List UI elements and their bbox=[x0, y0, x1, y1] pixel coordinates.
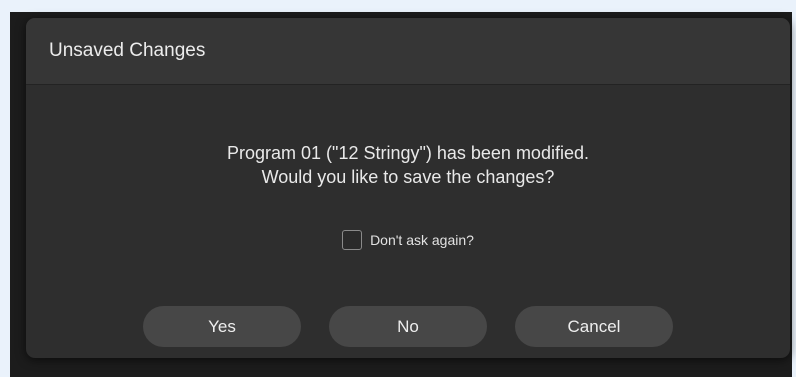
dialog-buttons: Yes No Cancel bbox=[26, 306, 790, 347]
no-button[interactable]: No bbox=[329, 306, 487, 347]
dialog-title: Unsaved Changes bbox=[49, 40, 206, 61]
dont-ask-again-row[interactable]: Don't ask again? bbox=[26, 230, 790, 250]
cancel-button[interactable]: Cancel bbox=[515, 306, 673, 347]
unsaved-changes-dialog: Unsaved Changes Program 01 ("12 Stringy"… bbox=[26, 18, 790, 358]
dialog-body: Program 01 ("12 Stringy") has been modif… bbox=[26, 85, 790, 358]
yes-button[interactable]: Yes bbox=[143, 306, 301, 347]
dont-ask-again-checkbox[interactable] bbox=[342, 230, 363, 250]
message-line-2: Would you like to save the changes? bbox=[261, 167, 555, 187]
dialog-header: Unsaved Changes bbox=[26, 18, 790, 85]
dialog-message: Program 01 ("12 Stringy") has been modif… bbox=[26, 141, 790, 189]
message-line-1: Program 01 ("12 Stringy") has been modif… bbox=[227, 143, 589, 163]
dont-ask-again-label[interactable]: Don't ask again? bbox=[370, 232, 474, 248]
